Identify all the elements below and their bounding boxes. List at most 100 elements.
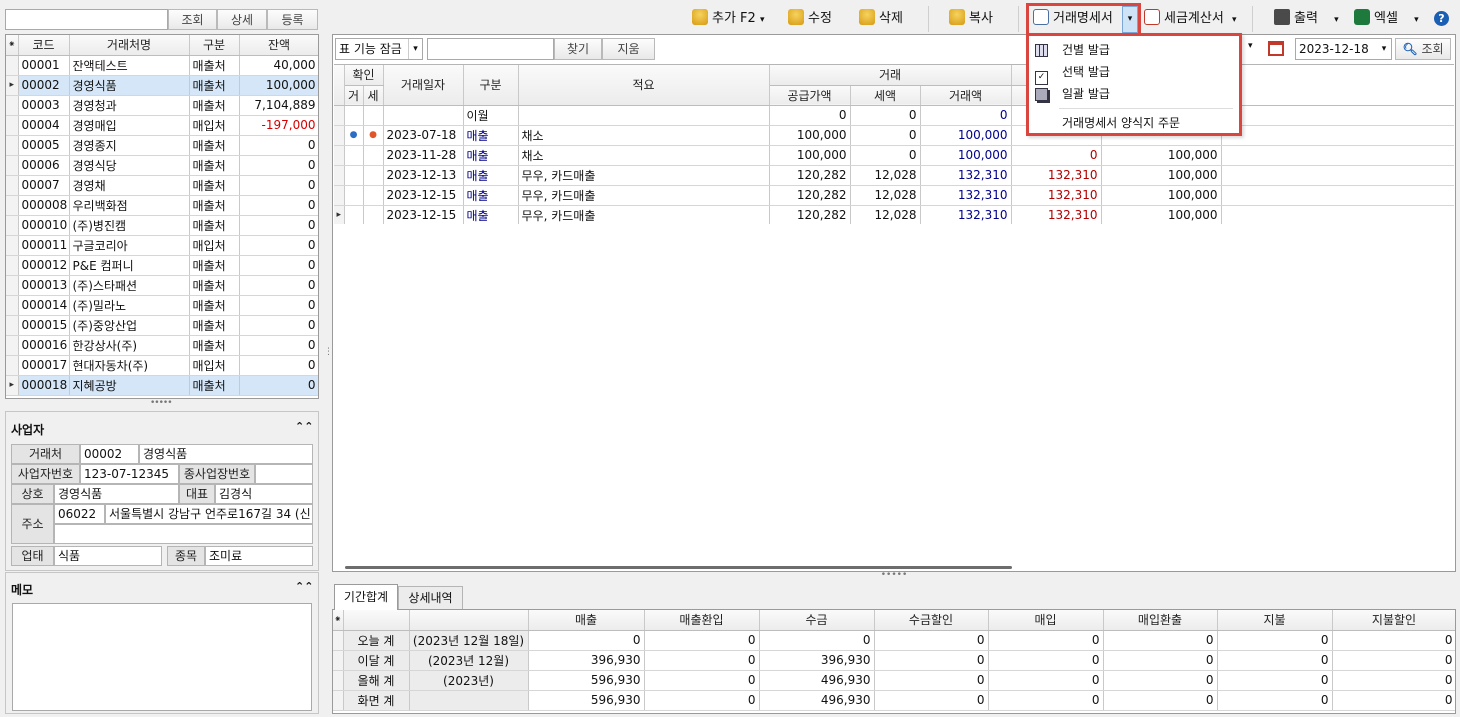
transaction-row[interactable]: 2023-12-15 매출 무우, 카드매출 120,282 12,028 132,310… bbox=[334, 185, 1454, 206]
stmt-issued-dot[interactable] bbox=[344, 185, 364, 206]
transaction-row[interactable]: 2023-12-13 매출 무우, 카드매출 120,282 12,028 132,310… bbox=[334, 165, 1454, 186]
tax-issued-dot[interactable] bbox=[363, 105, 384, 126]
client-row[interactable]: ▸ 00002 경영식품 매출처 100,000 bbox=[6, 75, 318, 96]
summary-col-purchase-return[interactable]: 매입환출 bbox=[1103, 610, 1218, 631]
tx-memo-cell: 무우, 카드매출 bbox=[518, 165, 770, 186]
client-code-field[interactable]: 00002 bbox=[80, 444, 139, 464]
add-button[interactable]: 추가 F2 ▾ bbox=[692, 8, 764, 30]
transaction-row[interactable]: ▸ 2023-12-15 매출 무우, 카드매출 120,282 12,028 132,31… bbox=[334, 204, 1454, 224]
col-code[interactable]: 코드 bbox=[18, 35, 70, 56]
summary-col-collection-discount[interactable]: 수금할인 bbox=[874, 610, 989, 631]
zip-field[interactable]: 06022 bbox=[54, 504, 105, 524]
transaction-row[interactable]: 이월 0 0 0 bbox=[334, 105, 1454, 126]
find-button[interactable]: 찾기 bbox=[554, 38, 602, 60]
detail-button[interactable]: 상세 bbox=[217, 9, 267, 30]
client-row[interactable]: 000014 (주)밀라노 매출처 0 bbox=[6, 295, 318, 316]
excel-button[interactable]: 엑셀 ▾ bbox=[1354, 8, 1419, 30]
vertical-splitter[interactable]: ⋮ bbox=[324, 348, 333, 370]
summary-col-sales-return[interactable]: 매출환입 bbox=[644, 610, 760, 631]
splitter-handle-left[interactable]: ••••• bbox=[150, 399, 173, 408]
transaction-row[interactable]: 2023-11-28 매출 채소 100,000 0 100,000 0 100,000 bbox=[334, 145, 1454, 166]
clear-button[interactable]: 지움 bbox=[602, 38, 655, 60]
col-balance[interactable]: 잔액 bbox=[239, 35, 318, 56]
client-row[interactable]: 00003 경영청과 매출처 7,104,889 bbox=[6, 95, 318, 116]
biztype-field[interactable]: 식품 bbox=[54, 546, 162, 566]
client-row[interactable]: 00005 경영종지 매출처 0 bbox=[6, 135, 318, 156]
address-detail-field[interactable] bbox=[54, 524, 313, 544]
edit-button[interactable]: 수정 bbox=[788, 8, 832, 30]
tab-details[interactable]: 상세내역 bbox=[398, 586, 463, 610]
client-search-input[interactable] bbox=[5, 9, 168, 30]
col-type[interactable]: 구분 bbox=[189, 35, 240, 56]
col-amount[interactable]: 거래액 bbox=[920, 85, 1012, 106]
horizontal-scrollbar[interactable] bbox=[345, 566, 1012, 569]
delete-button[interactable]: 삭제 bbox=[859, 8, 903, 30]
collapse-memo-icon[interactable]: ⌃⌃ bbox=[295, 580, 313, 593]
date-picker-button[interactable]: ▾ bbox=[1248, 38, 1294, 60]
client-row[interactable]: 00007 경영채 매출처 0 bbox=[6, 175, 318, 196]
client-row[interactable]: 000008 우리백화점 매출처 0 bbox=[6, 195, 318, 216]
stmt-issued-dot[interactable] bbox=[344, 204, 364, 224]
find-input[interactable] bbox=[427, 38, 554, 60]
print-button[interactable]: 출력 ▾ bbox=[1274, 8, 1339, 30]
tax-issued-dot[interactable]: ● bbox=[363, 125, 384, 146]
client-row[interactable]: 000016 한강상사(주) 매출처 0 bbox=[6, 335, 318, 356]
col-memo[interactable]: 적요 bbox=[518, 65, 770, 106]
client-row[interactable]: 000015 (주)중앙산업 매출처 0 bbox=[6, 315, 318, 336]
sub-biz-field[interactable] bbox=[255, 464, 313, 484]
tax-issued-dot[interactable] bbox=[363, 165, 384, 186]
tax-issued-dot[interactable] bbox=[363, 185, 384, 206]
col-tax[interactable]: 세액 bbox=[850, 85, 921, 106]
client-name-field[interactable]: 경영식품 bbox=[139, 444, 313, 464]
stmt-issued-dot[interactable] bbox=[344, 105, 364, 126]
col-supply[interactable]: 공급가액 bbox=[769, 85, 851, 106]
tax-issued-dot[interactable] bbox=[363, 204, 384, 224]
client-row[interactable]: 00004 경영매입 매입처 -197,000 bbox=[6, 115, 318, 136]
client-row[interactable]: ▸ 000018 지혜공방 매출처 0 bbox=[6, 375, 318, 396]
company-label: 상호 bbox=[11, 484, 54, 504]
memo-textarea[interactable] bbox=[12, 603, 312, 711]
help-icon[interactable]: ? bbox=[1434, 11, 1449, 26]
bizno-field[interactable]: 123-07-12345 bbox=[80, 464, 179, 484]
col-tax-check[interactable]: 세 bbox=[363, 85, 384, 106]
transaction-row[interactable]: ● ● 2023-07-18 매출 채소 100,000 0 100,000 bbox=[334, 125, 1454, 146]
client-row[interactable]: 000010 (주)병진캠 매출처 0 bbox=[6, 215, 318, 236]
search-button[interactable]: 🔍︎ 조회 bbox=[1395, 38, 1451, 60]
menu-item-select-issue[interactable]: ✓ 선택 발급 bbox=[1035, 61, 1233, 85]
company-field[interactable]: 경영식품 bbox=[54, 484, 179, 504]
col-date[interactable]: 거래일자 bbox=[383, 65, 464, 106]
menu-item-order-form[interactable]: 거래명세서 양식지 주문 bbox=[1062, 112, 1180, 134]
col-name[interactable]: 거래처명 bbox=[69, 35, 190, 56]
address-field[interactable]: 서울특별시 강남구 언주로167길 34 (신 bbox=[105, 504, 313, 524]
client-row[interactable]: 000017 현대자동차(주) 매입처 0 bbox=[6, 355, 318, 376]
copy-button[interactable]: 복사 bbox=[949, 8, 993, 30]
summary-col-sales[interactable]: 매출 bbox=[528, 610, 645, 631]
splitter-handle-main[interactable]: ••••• bbox=[880, 571, 908, 580]
item-field[interactable]: 조미료 bbox=[205, 546, 313, 566]
col-stmt-check[interactable]: 거 bbox=[344, 85, 364, 106]
client-row[interactable]: 000013 (주)스타패션 매출처 0 bbox=[6, 275, 318, 296]
rep-field[interactable]: 김경식 bbox=[215, 484, 313, 504]
stmt-issued-dot[interactable] bbox=[344, 145, 364, 166]
summary-col-purchase[interactable]: 매입 bbox=[988, 610, 1104, 631]
collapse-business-icon[interactable]: ⌃⌃ bbox=[295, 420, 313, 433]
view-button[interactable]: 조회 bbox=[168, 9, 217, 30]
date-input[interactable]: 2023-12-18 ▾ bbox=[1295, 38, 1392, 60]
client-row[interactable]: 000012 P&E 컴퍼니 매출처 0 bbox=[6, 255, 318, 276]
tab-period-total[interactable]: 기간합계 bbox=[334, 584, 398, 610]
summary-col-payment[interactable]: 지불 bbox=[1217, 610, 1333, 631]
tax-invoice-button[interactable]: 세금계산서 ▾ bbox=[1144, 8, 1236, 30]
col-tx-type[interactable]: 구분 bbox=[463, 65, 519, 106]
menu-item-single-issue[interactable]: 건별 발급 bbox=[1035, 39, 1233, 61]
client-row[interactable]: 000011 구글코리아 매입처 0 bbox=[6, 235, 318, 256]
client-row[interactable]: 00001 잔액테스트 매출처 40,000 bbox=[6, 55, 318, 76]
register-button[interactable]: 등록 bbox=[267, 9, 318, 30]
tax-issued-dot[interactable] bbox=[363, 145, 384, 166]
summary-col-collection[interactable]: 수금 bbox=[759, 610, 875, 631]
stmt-issued-dot[interactable]: ● bbox=[344, 125, 364, 146]
summary-col-payment-discount[interactable]: 지불할인 bbox=[1332, 610, 1455, 631]
client-row[interactable]: 00006 경영식당 매출처 0 bbox=[6, 155, 318, 176]
table-lock-select[interactable]: 표 기능 잠금 ▾ bbox=[335, 38, 423, 60]
stmt-issued-dot[interactable] bbox=[344, 165, 364, 186]
menu-item-bulk-issue[interactable]: 일괄 발급 bbox=[1035, 83, 1233, 105]
